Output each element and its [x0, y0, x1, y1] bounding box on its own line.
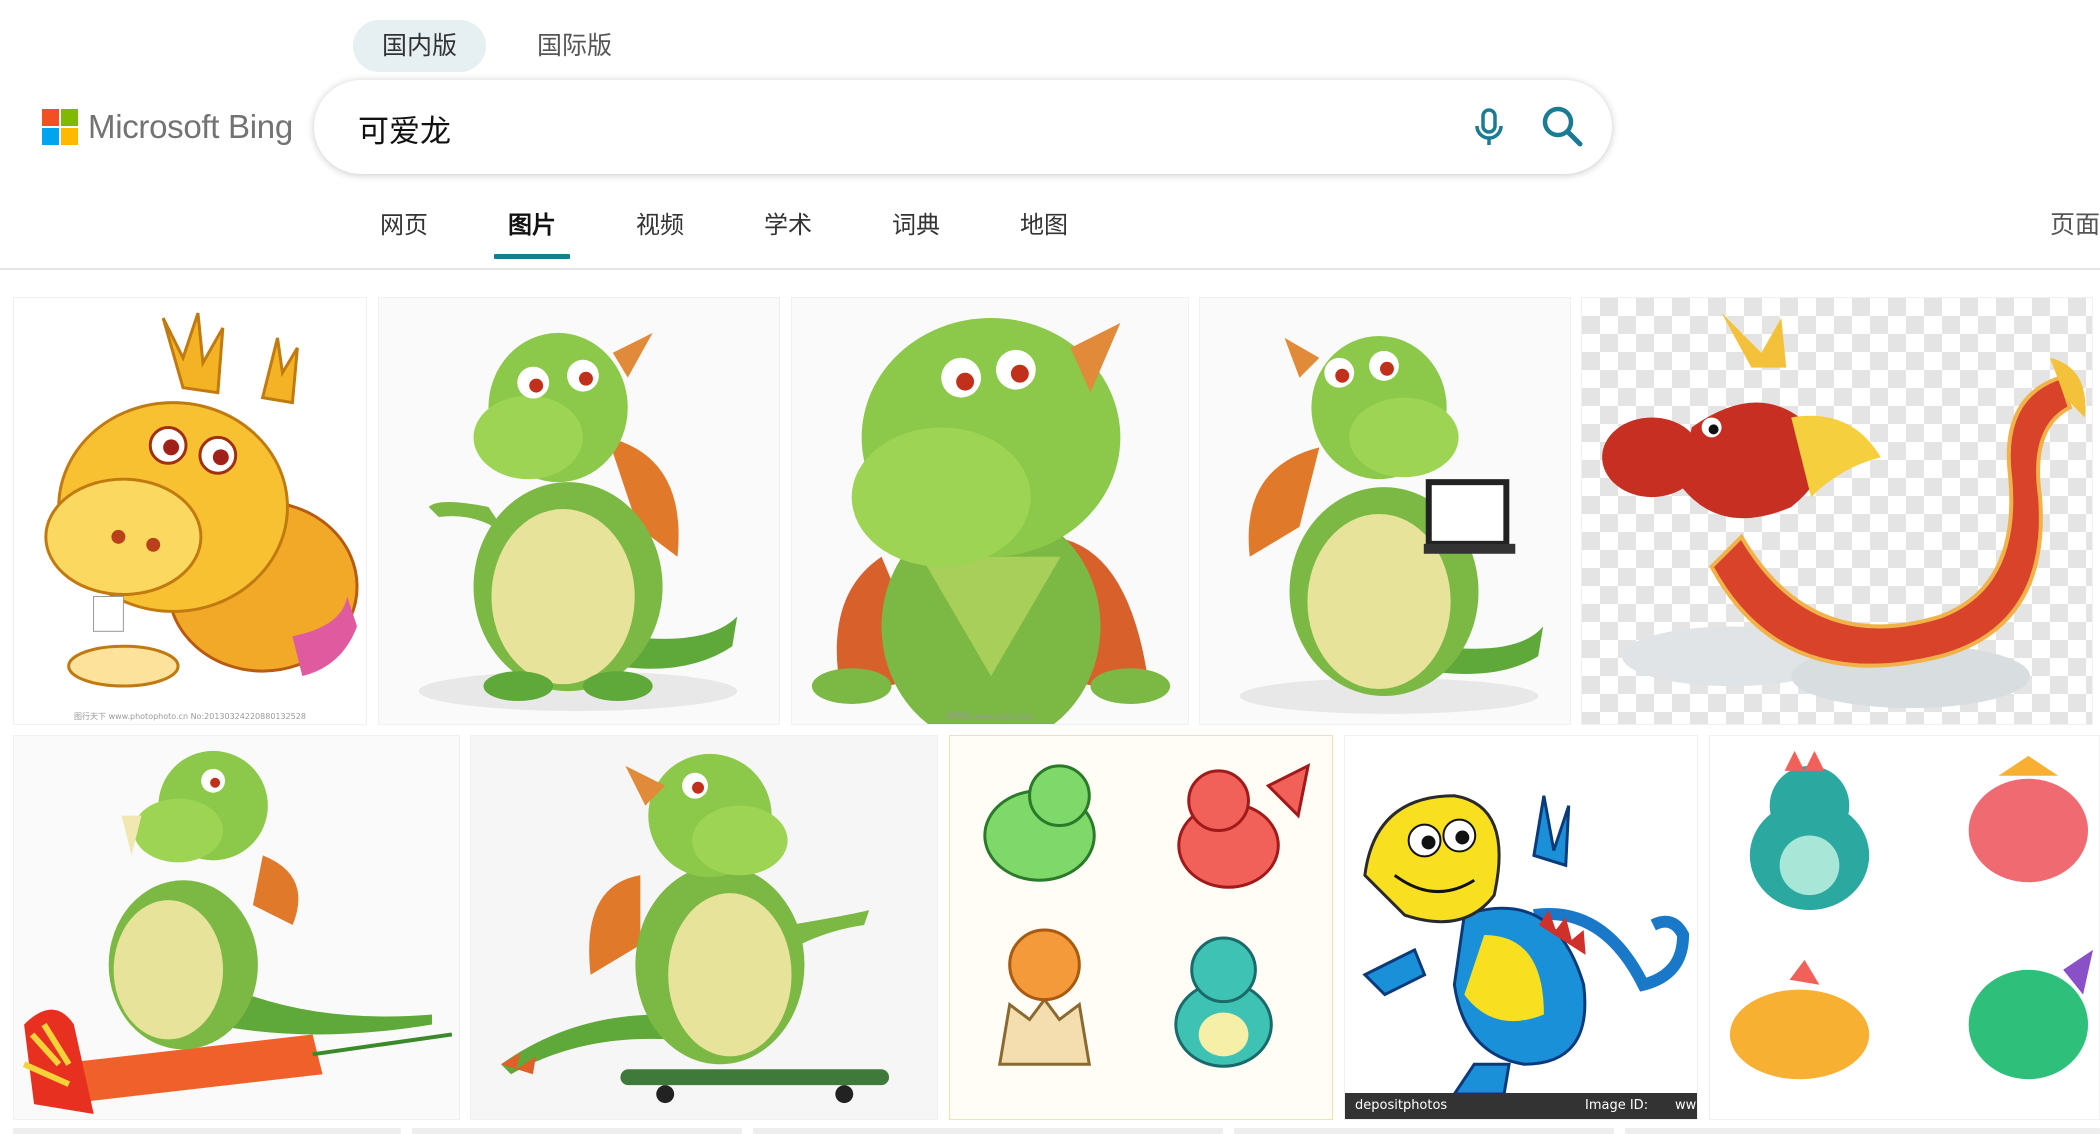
- header-divider: [0, 268, 2100, 270]
- image-result-green-dragon-closeup[interactable]: 昵图网 www.nipic.com: [791, 297, 1189, 725]
- region-tabs: 国内版 国际版: [353, 20, 641, 72]
- yellow-blue-dinosaur-image: [1362, 794, 1690, 1096]
- baby-dragons-image: [983, 763, 1311, 1068]
- green-dragon-laptop-image: [1239, 335, 1544, 714]
- tab-domestic[interactable]: 国内版: [353, 20, 487, 72]
- tab-web[interactable]: 网页: [340, 190, 468, 265]
- tab-videos[interactable]: 视频: [596, 190, 724, 265]
- dragon-skateboard-image: [501, 753, 890, 1104]
- search-vertical-nav: 网页 图片 视频 学术 词典 地图: [340, 190, 1108, 265]
- tab-maps[interactable]: 地图: [980, 190, 1108, 265]
- watermark-brand: depositphotos: [1355, 1098, 1448, 1113]
- image-row-partial: [1625, 1128, 2100, 1134]
- image-watermark: 图行天下 www.photophoto.cn No:20130324220880…: [74, 712, 306, 721]
- image-result-baby-dragons-set[interactable]: [949, 735, 1333, 1120]
- red-dragon-image: [1602, 312, 2086, 709]
- image-result-green-dragon-pointing[interactable]: [378, 297, 780, 725]
- microsoft-logo-icon: [42, 109, 78, 145]
- image-result-cute-dragons-set[interactable]: [1709, 735, 2100, 1120]
- dragon-rocket-image: [22, 750, 453, 1115]
- image-row-partial: [753, 1128, 1223, 1134]
- watermark-url: www.depositphotos.com: [1675, 1098, 1697, 1113]
- image-row-partial: [1234, 1128, 1614, 1134]
- green-dragon-image: [418, 332, 738, 711]
- image-result-cartoon-dinosaur[interactable]: depositphotos Image ID: 13626404 www.dep…: [1344, 735, 1698, 1120]
- depositphotos-bar: depositphotos Image ID: 13626404 www.dep…: [1345, 1093, 1697, 1119]
- tab-images[interactable]: 图片: [468, 190, 596, 265]
- tab-dictionary[interactable]: 词典: [852, 190, 980, 265]
- green-dragon-closeup-image: [811, 317, 1171, 724]
- page-link[interactable]: 页面: [2050, 190, 2100, 265]
- image-row-partial: [412, 1128, 742, 1134]
- yellow-dragon-image: [44, 312, 359, 688]
- microphone-icon[interactable]: [1464, 102, 1514, 152]
- image-result-dragon-skateboard[interactable]: [470, 735, 938, 1120]
- image-row-partial: [13, 1128, 401, 1134]
- logo-text: Microsoft Bing: [88, 108, 293, 145]
- search-input[interactable]: [356, 102, 1360, 154]
- search-icon[interactable]: [1536, 100, 1590, 154]
- image-result-dragon-rocket[interactable]: [13, 735, 460, 1120]
- tab-academic[interactable]: 学术: [724, 190, 852, 265]
- cute-dragons-image: [1729, 750, 2094, 1080]
- search-box: [314, 80, 1612, 174]
- bing-logo[interactable]: Microsoft Bing: [42, 108, 293, 146]
- image-result-red-chinese-dragon[interactable]: [1581, 297, 2093, 725]
- image-result-green-dragon-laptop[interactable]: [1199, 297, 1571, 725]
- image-result-yellow-dragon[interactable]: 图行天下 www.photophoto.cn No:20130324220880…: [13, 297, 367, 725]
- image-watermark: 昵图网 www.nipic.com: [946, 712, 1034, 721]
- tab-international[interactable]: 国际版: [508, 20, 641, 72]
